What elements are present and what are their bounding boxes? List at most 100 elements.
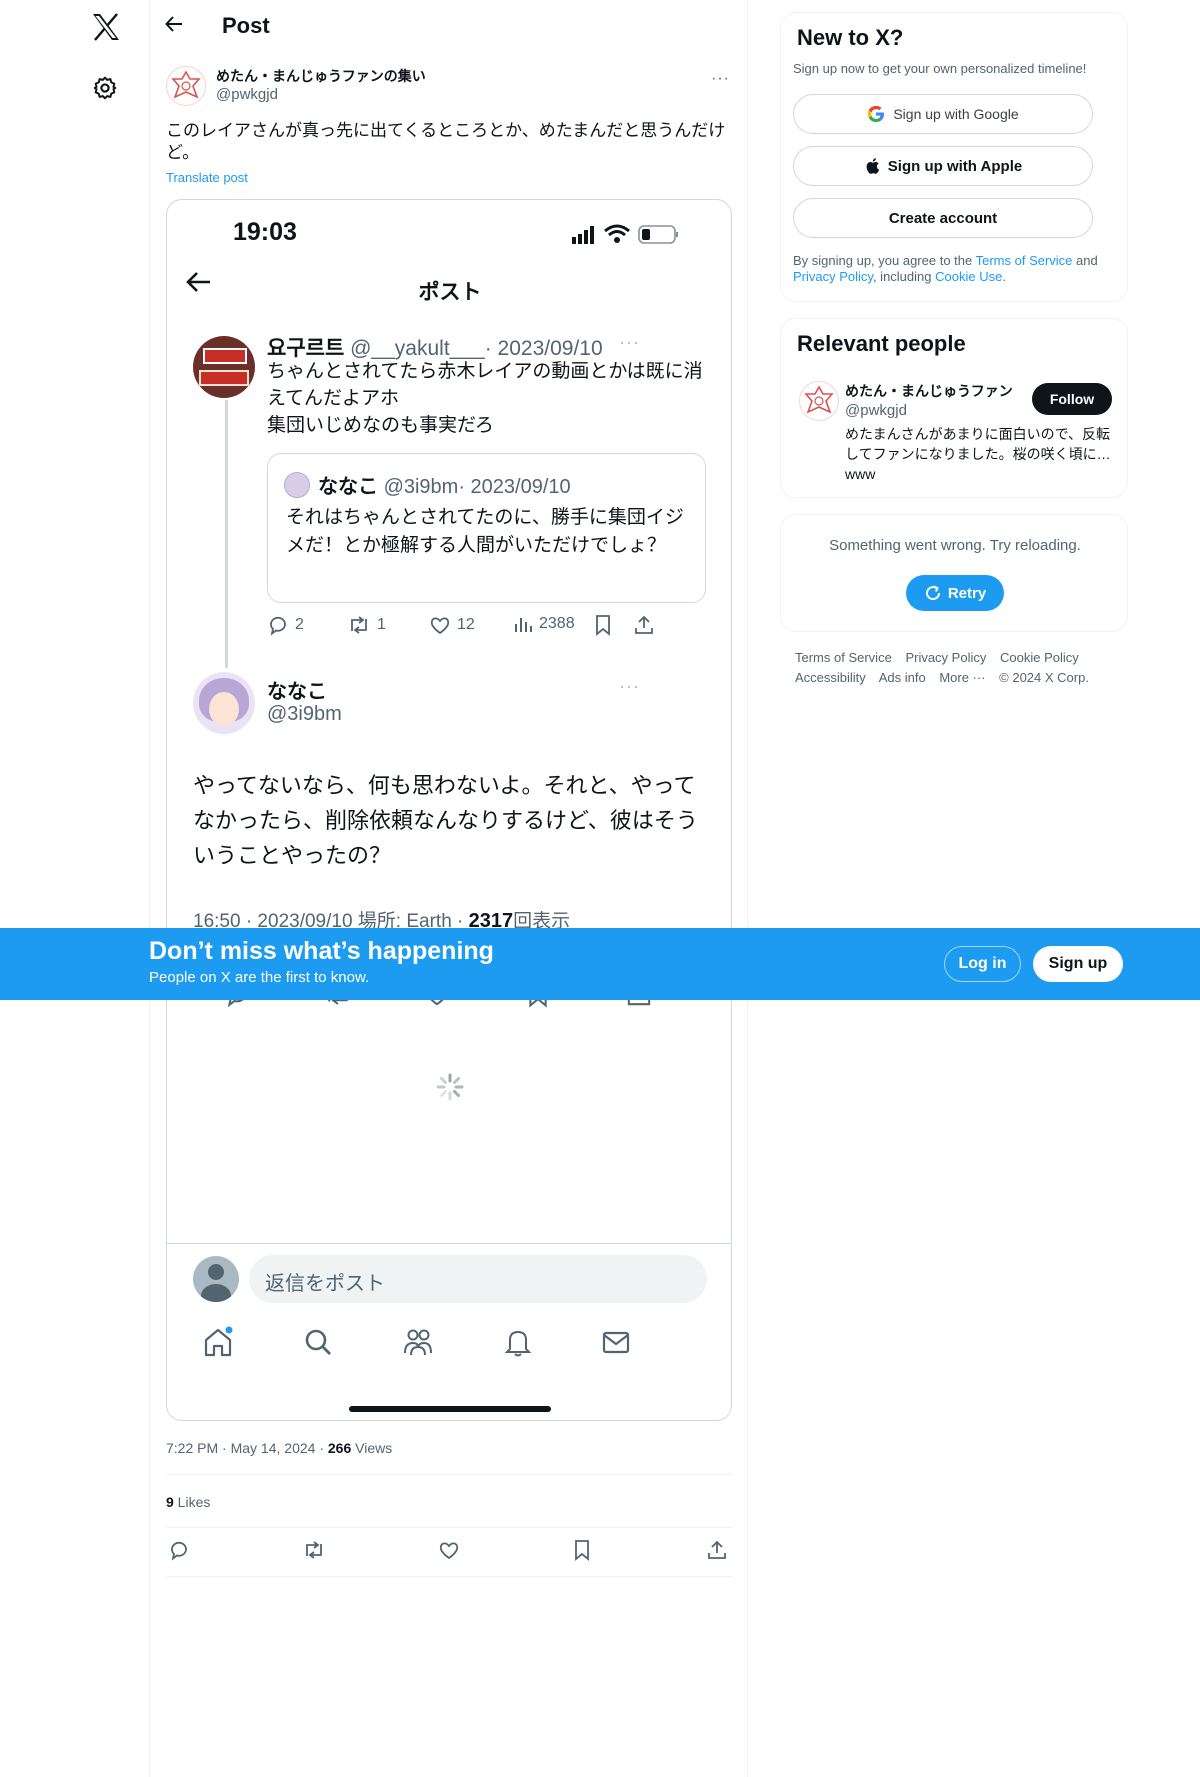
relevant-person-name[interactable]: めたん・まんじゅうファン xyxy=(845,381,1025,401)
post-time[interactable]: 7:22 PM xyxy=(166,1440,218,1456)
legal-text-2: and xyxy=(1072,253,1098,268)
post-views-label: Views xyxy=(351,1440,393,1456)
phone-status-icons xyxy=(572,222,692,246)
search-icon xyxy=(301,1325,335,1359)
home-indicator-bar xyxy=(349,1406,551,1412)
relevant-person-handle[interactable]: @pwkgjd xyxy=(845,402,907,419)
tweet1-like-count: 12 xyxy=(457,616,475,633)
repost-icon[interactable] xyxy=(302,1539,324,1561)
signup-legal-text: By signing up, you agree to the Terms of… xyxy=(793,253,1117,285)
reply-icon[interactable] xyxy=(168,1539,190,1561)
heart-icon xyxy=(430,617,450,635)
relevant-person-avatar[interactable] xyxy=(799,381,839,421)
footer-cookie-link[interactable]: Cookie Policy xyxy=(1000,650,1079,665)
header-bar: Post xyxy=(150,0,748,54)
bookmark-icon[interactable] xyxy=(572,1539,594,1561)
footer-copyright: © 2024 X Corp. xyxy=(999,670,1089,685)
create-account-button[interactable]: Create account xyxy=(793,198,1093,238)
banner-subtitle: People on X are the first to know. xyxy=(149,969,370,986)
reply-avatar xyxy=(193,1256,239,1302)
login-button[interactable]: Log in xyxy=(944,946,1021,982)
tweet2-name: ななこ xyxy=(267,681,327,703)
footer-more-link[interactable]: More ··· xyxy=(939,670,985,685)
footer-accessibility-link[interactable]: Accessibility xyxy=(795,670,866,685)
post-author: めたん・まんじゅうファンの集い @pwkgjd ··· xyxy=(166,62,732,106)
tweet1-reply: 2 xyxy=(267,614,304,636)
back-arrow-icon[interactable] xyxy=(164,14,190,40)
left-rail xyxy=(0,0,150,1777)
post-image-screenshot[interactable]: 19:03 ポスト 요구르트 @__yakult___· 2023/09/10 … xyxy=(166,199,732,1421)
tweet1-name: 요구르트 xyxy=(267,337,345,360)
phone-screen-title: ポスト xyxy=(418,281,482,304)
apple-signup-button[interactable]: Sign up with Apple xyxy=(793,146,1093,186)
likes-count: 9 xyxy=(166,1494,174,1510)
yakult-avatar xyxy=(193,336,255,398)
signup-banner: Don’t miss what’s happening People on X … xyxy=(0,928,1200,1000)
legal-text-3: , including xyxy=(872,269,936,284)
loading-spinner-icon xyxy=(435,1072,465,1102)
relevant-people-card: Relevant people めたん・まんじゅうファン @pwkgjd Fol… xyxy=(780,318,1128,498)
google-signup-button[interactable]: Sign up with Google xyxy=(793,94,1093,134)
tweet1-actions: 2 1 12 2388 xyxy=(267,614,707,640)
error-message: Something went wrong. Try reloading. xyxy=(829,537,1081,554)
post-date[interactable]: May 14, 2024 xyxy=(231,1440,316,1456)
quote-header: ななこ @3i9bm· 2023/09/10 xyxy=(318,470,571,499)
reply-input: 返信をポスト xyxy=(249,1255,707,1303)
translate-post-link[interactable]: Translate post xyxy=(166,170,248,185)
footer-ads-info-link[interactable]: Ads info xyxy=(879,670,926,685)
follow-button[interactable]: Follow xyxy=(1032,383,1112,415)
communities-icon xyxy=(401,1325,435,1359)
banner-title: Don’t miss what’s happening xyxy=(149,937,494,965)
heart-icon[interactable] xyxy=(438,1539,460,1561)
footer-terms-link[interactable]: Terms of Service xyxy=(795,650,892,665)
apple-icon xyxy=(866,158,879,174)
relevant-people-title: Relevant people xyxy=(797,331,966,356)
refresh-icon xyxy=(925,585,940,601)
signup-card: New to X? Sign up now to get your own pe… xyxy=(780,12,1128,302)
google-icon xyxy=(868,105,885,122)
author-handle[interactable]: @pwkgjd xyxy=(216,86,278,103)
terms-of-service-link[interactable]: Terms of Service xyxy=(976,253,1073,268)
cookie-use-link[interactable]: Cookie Use xyxy=(935,269,1002,284)
likes-link[interactable]: 9 Likes xyxy=(166,1494,210,1510)
tweet1-date: · 2023/09/10 xyxy=(484,337,603,360)
author-avatar[interactable] xyxy=(166,66,206,106)
signup-title: New to X? xyxy=(797,25,904,50)
privacy-policy-link[interactable]: Privacy Policy xyxy=(793,269,873,284)
tweet1-views: 2388 xyxy=(513,614,575,634)
quote-handle: @3i9bm xyxy=(383,476,459,498)
tweet1-like: 12 xyxy=(429,614,475,636)
divider xyxy=(166,1474,732,1475)
author-name[interactable]: めたん・まんじゅうファンの集い xyxy=(216,66,426,86)
tweet2-handle: @3i9bm xyxy=(267,703,342,725)
settings-gear-icon[interactable] xyxy=(92,75,118,101)
post-text: このレイアさんが真っ先に出てくるところとか、めたまんだと思うんだけど。 xyxy=(166,121,726,162)
tweet1-repost-count: 1 xyxy=(377,616,386,633)
retry-label: Retry xyxy=(947,584,987,602)
more-options-icon[interactable]: ··· xyxy=(711,70,730,88)
quote-name: ななこ xyxy=(318,476,378,498)
tweet1-handle: @__yakult___ xyxy=(350,337,485,360)
bookmark-icon xyxy=(593,614,613,636)
tweet1-repost: 1 xyxy=(347,614,386,636)
tweet1-more-icon: ··· xyxy=(619,332,640,352)
post-timestamp: 7:22 PM · May 14, 2024 · 266 Views xyxy=(166,1440,393,1456)
messages-envelope-icon xyxy=(599,1325,633,1359)
footer-links: Terms of Service Privacy Policy Cookie P… xyxy=(795,648,1115,688)
footer-privacy-link[interactable]: Privacy Policy xyxy=(905,650,986,665)
signup-button[interactable]: Sign up xyxy=(1033,946,1123,982)
divider xyxy=(167,1243,731,1244)
x-logo-icon[interactable] xyxy=(89,10,123,44)
tweet1-view-count: 2388 xyxy=(539,615,575,632)
phone-clock: 19:03 xyxy=(233,218,297,246)
post-actions xyxy=(166,1539,732,1563)
relevant-person-bio: めたまんさんがあまりに面白いので、反転してファンになりました。桜の咲く頃に…ww… xyxy=(845,426,1111,482)
likes-label: Likes xyxy=(173,1494,211,1510)
notifications-bell-icon xyxy=(501,1325,535,1359)
error-card: Something went wrong. Try reloading. Ret… xyxy=(780,514,1128,632)
share-icon[interactable] xyxy=(706,1539,728,1561)
tweet2-text: やってないなら、何も思わないよ。それと、やってなかったら、削除依頼なんなりするけ… xyxy=(193,773,698,868)
retry-button[interactable]: Retry xyxy=(906,575,1004,611)
phone-bottom-nav xyxy=(167,1325,731,1365)
signup-subtitle: Sign up now to get your own personalized… xyxy=(793,61,1087,76)
